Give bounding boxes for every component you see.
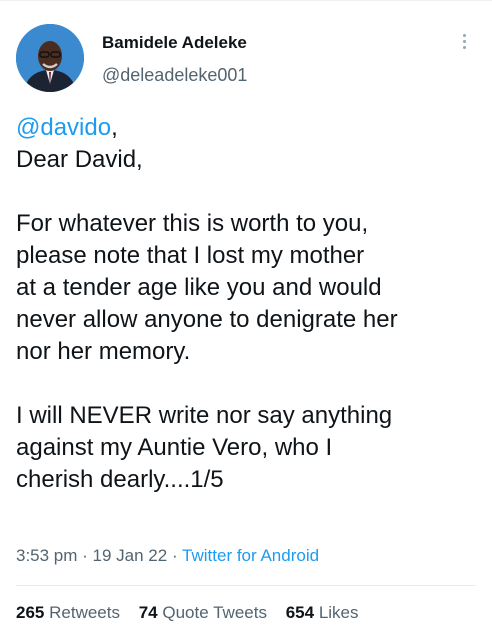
tweet-line: please note that I lost my mother	[16, 242, 365, 269]
tweet-line: For whatever this is worth to you,	[16, 210, 369, 237]
mention-suffix: ,	[111, 114, 118, 141]
user-handle[interactable]: @deleadeleke001	[102, 65, 247, 86]
avatar-photo	[16, 24, 84, 92]
more-vertical-icon[interactable]	[456, 34, 472, 56]
avatar[interactable]	[16, 24, 84, 92]
mention-link[interactable]: @davido	[16, 114, 111, 141]
tweet-line: never allow anyone to denigrate her	[16, 306, 398, 333]
likes-label: Likes	[318, 603, 359, 622]
quote-tweets-label: Quote Tweets	[162, 603, 267, 622]
tweet-text: @davido, Dear David, For whatever this i…	[16, 112, 486, 496]
tweet-line: I will NEVER write nor say anything	[16, 402, 393, 429]
likes-stat[interactable]: 654 Likes	[286, 603, 359, 622]
tweet-line: at a tender age like you and would	[16, 274, 382, 301]
quote-tweets-stat[interactable]: 74 Quote Tweets	[139, 603, 267, 622]
tweet-line: against my Auntie Vero, who I	[16, 434, 333, 461]
retweets-stat[interactable]: 265 Retweets	[16, 603, 120, 622]
tweet-line: nor her memory.	[16, 338, 191, 365]
tweet-time[interactable]: 3:53 pm	[16, 546, 77, 565]
quote-tweets-count: 74	[138, 603, 158, 622]
stats-divider	[16, 585, 476, 586]
engagement-stats: 265 Retweets 74 Quote Tweets 654 Likes	[16, 603, 373, 623]
tweet-date[interactable]: 19 Jan 22	[93, 546, 168, 565]
tweet-meta: 3:53 pm · 19 Jan 22 · Twitter for Androi…	[16, 546, 319, 566]
display-name[interactable]: Bamidele Adeleke	[102, 33, 247, 53]
top-divider	[0, 0, 492, 1]
retweets-label: Retweets	[49, 603, 120, 622]
mention-line: @davido,	[16, 112, 486, 144]
tweet-line: Dear David,	[16, 146, 143, 173]
meta-separator: ·	[167, 546, 183, 565]
likes-count: 654	[285, 603, 315, 622]
tweet-line: cherish dearly....1/5	[16, 466, 224, 493]
meta-separator: ·	[77, 546, 93, 565]
retweets-count: 265	[16, 603, 45, 622]
tweet-source-link[interactable]: Twitter for Android	[182, 546, 319, 565]
